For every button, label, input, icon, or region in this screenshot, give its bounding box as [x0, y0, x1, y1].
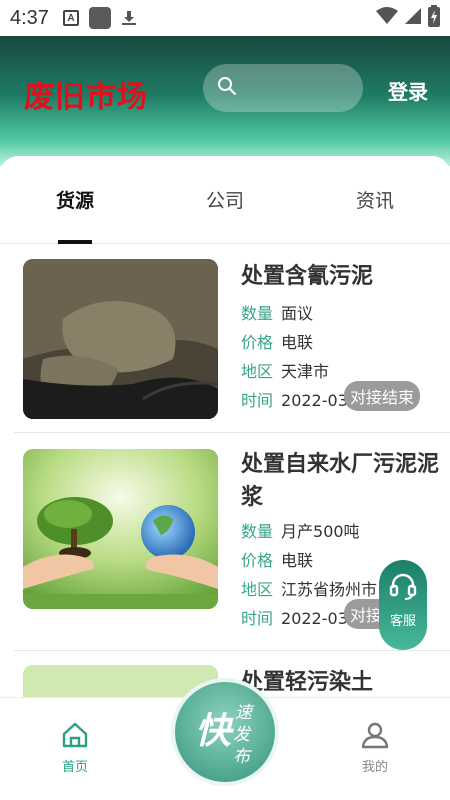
field-value: 面议: [281, 304, 314, 323]
item-title: 处置轻污染土: [241, 670, 374, 695]
battery-icon: [428, 5, 440, 31]
item-field-quantity: 数量 面议: [241, 300, 313, 324]
app-header: 废旧市场 登录: [0, 36, 450, 166]
tab-supply[interactable]: 货源: [0, 156, 150, 243]
main-content: 货源 公司 资讯 处置含氰污泥 数量 面议 价格 电联 地区 天津市 时间 2022-0…: [0, 156, 450, 756]
category-tabs: 货源 公司 资讯: [0, 156, 450, 244]
item-field-time: 时间 2022-03: [241, 605, 348, 629]
wifi-icon: [376, 7, 398, 29]
publish-char: 布: [233, 747, 250, 767]
search-icon: [217, 76, 237, 100]
bottom-nav: 首页 快 速 发 布 我的: [0, 678, 450, 800]
field-value: 天津市: [281, 362, 330, 381]
item-field-region: 地区 江苏省扬州市: [241, 576, 377, 600]
status-badge: 对接结束: [344, 381, 421, 411]
home-icon: [60, 722, 90, 754]
item-image-sludge: [23, 259, 218, 419]
status-right: [376, 5, 440, 31]
item-field-quantity: 数量 月产500吨: [241, 518, 360, 542]
item-title: 处置自来水厂污泥泥浆: [241, 452, 440, 510]
item-field-region: 地区 天津市: [241, 358, 329, 382]
nav-mine-label: 我的: [361, 760, 388, 775]
tab-news[interactable]: 资讯: [300, 156, 450, 243]
customer-service-label: 客服: [389, 614, 416, 629]
field-key: 地区: [241, 580, 274, 599]
quick-publish-button[interactable]: 快 速 发 布: [171, 678, 279, 786]
field-key: 数量: [241, 522, 274, 541]
field-key: 价格: [241, 333, 274, 352]
field-key: 时间: [241, 391, 274, 410]
item-field-price: 价格 电联: [241, 547, 313, 571]
field-key: 地区: [241, 362, 274, 381]
app-notification-icon: [88, 7, 111, 29]
field-value: 江苏省扬州市: [281, 580, 378, 599]
tab-company[interactable]: 公司: [150, 156, 300, 243]
item-title: 处置含氰污泥: [241, 264, 374, 289]
list-item[interactable]: 处置含氰污泥 数量 面议 价格 电联 地区 天津市 时间 2022-03 对接结束: [14, 245, 450, 433]
app-title: 废旧市场: [24, 80, 148, 115]
login-button[interactable]: 登录: [388, 76, 428, 105]
item-field-time: 时间 2022-03: [241, 387, 348, 411]
field-key: 时间: [241, 609, 274, 628]
signal-icon: [404, 7, 422, 29]
download-icon: [121, 10, 137, 26]
search-input[interactable]: [203, 64, 363, 112]
field-value: 电联: [281, 551, 314, 570]
nav-home-label: 首页: [61, 760, 88, 775]
customer-service-button[interactable]: 客服: [379, 560, 427, 650]
field-value: 2022-03: [281, 391, 348, 410]
nav-mine[interactable]: 我的: [345, 720, 405, 775]
publish-big-char: 快: [195, 711, 232, 752]
field-value: 电联: [281, 333, 314, 352]
field-value: 月产500吨: [281, 522, 360, 541]
field-value: 2022-03: [281, 609, 348, 628]
field-key: 价格: [241, 551, 274, 570]
nav-home[interactable]: 首页: [45, 720, 105, 775]
status-time: 4:37: [10, 6, 49, 29]
item-field-price: 价格 电联: [241, 329, 313, 353]
status-bar: 4:37 A: [0, 0, 450, 36]
font-a-icon: A: [62, 10, 79, 26]
item-image-earth-hands: [23, 449, 218, 609]
headset-icon: [389, 572, 417, 604]
field-key: 数量: [241, 304, 274, 323]
active-tab-indicator: [58, 240, 92, 244]
user-icon: [360, 722, 390, 754]
